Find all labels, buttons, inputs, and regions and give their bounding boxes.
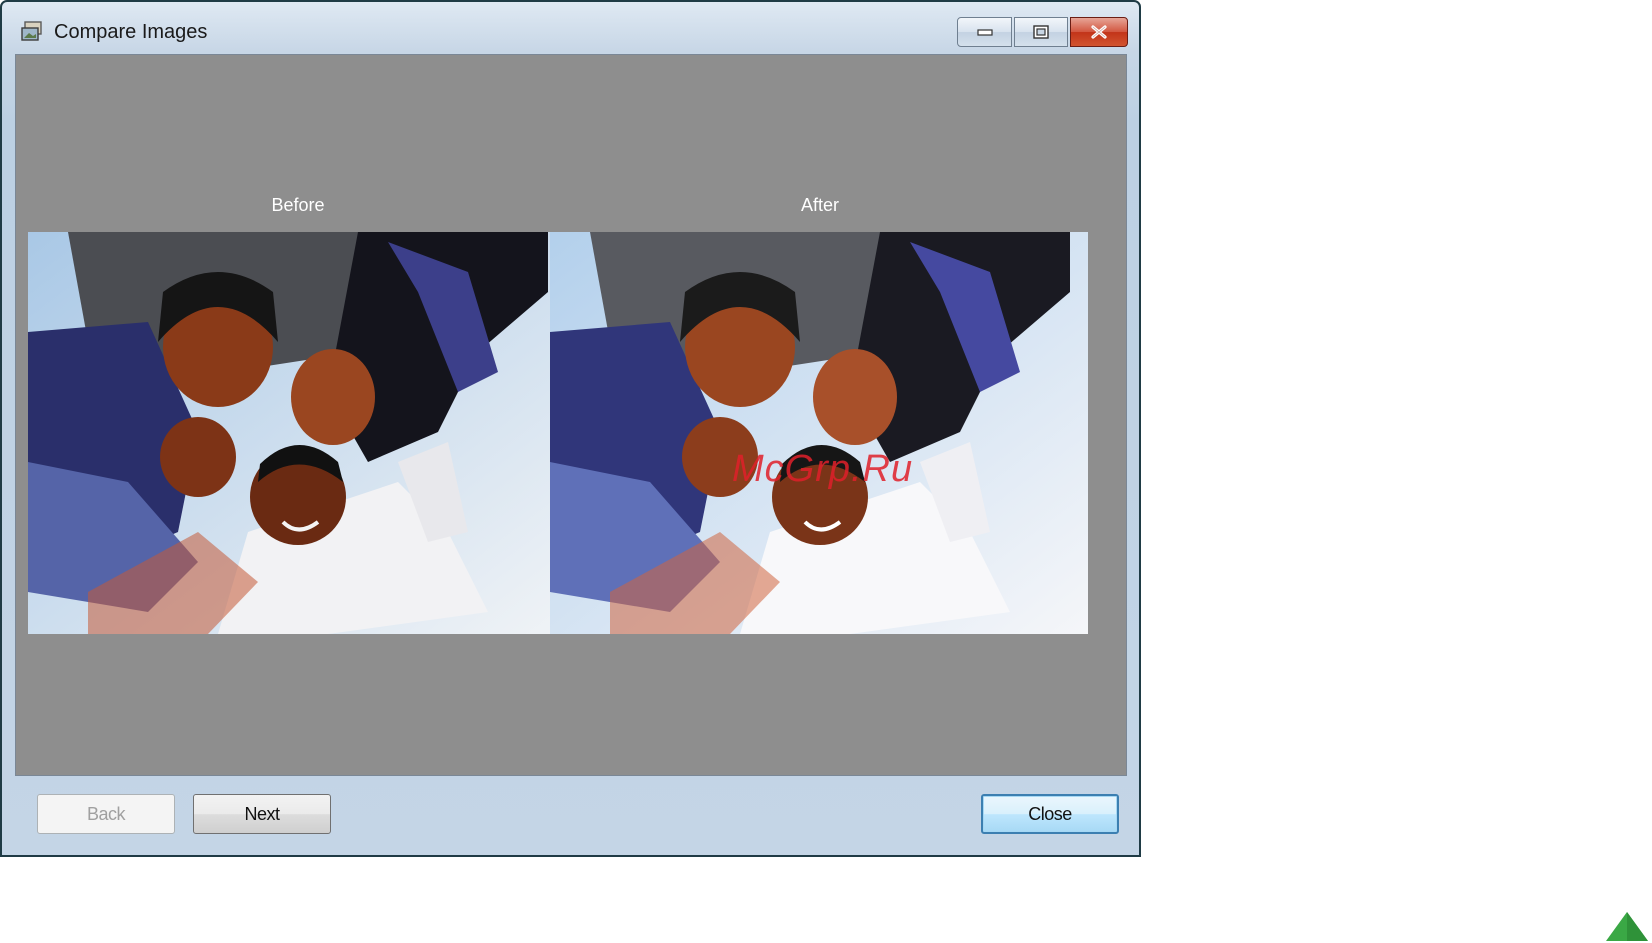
after-label: After xyxy=(800,195,839,215)
back-button[interactable]: Back xyxy=(37,794,175,834)
close-button[interactable]: Close xyxy=(981,794,1119,834)
next-button[interactable]: Next xyxy=(193,794,331,834)
window-title: Compare Images xyxy=(54,21,208,43)
compare-images-window: Compare Images Before After Back Next Cl… xyxy=(0,0,1141,857)
after-image xyxy=(550,232,1088,634)
triangle-up-icon[interactable] xyxy=(1604,910,1650,943)
watermark: McGrp.Ru xyxy=(732,448,914,490)
title-bar[interactable]: Compare Images xyxy=(2,2,1139,54)
button-bar: Back Next Close xyxy=(15,777,1127,849)
maximize-icon xyxy=(1033,25,1049,39)
minimize-button[interactable] xyxy=(957,17,1012,47)
maximize-button[interactable] xyxy=(1014,17,1068,47)
close-icon xyxy=(1091,25,1107,39)
before-label: Before xyxy=(271,195,325,215)
close-window-button[interactable] xyxy=(1070,17,1128,47)
comparison-area: Before After xyxy=(15,54,1127,776)
compare-images-app-icon xyxy=(21,21,42,41)
minimize-icon xyxy=(976,29,993,36)
before-image xyxy=(28,232,566,634)
